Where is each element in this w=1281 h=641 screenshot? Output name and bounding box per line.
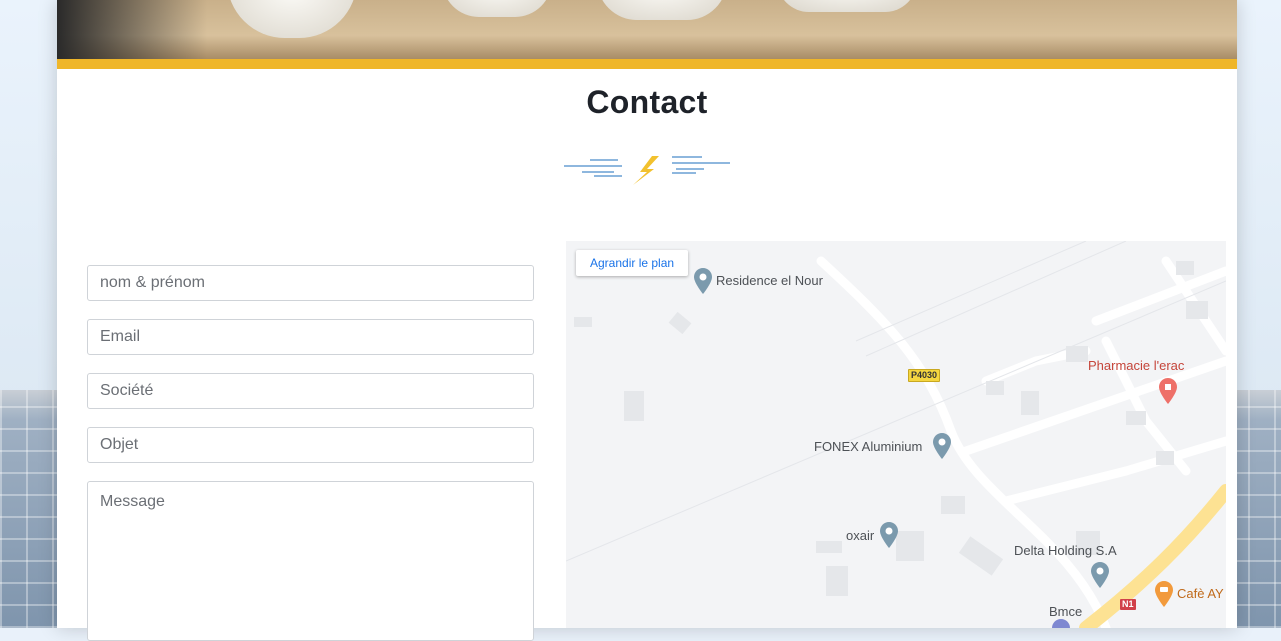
road-badge: P4030 [908,369,941,382]
hero-cup [442,0,552,17]
enlarge-map-link[interactable]: Agrandir le plan [576,250,689,276]
map-pin-icon[interactable] [694,268,712,294]
title-divider-lightning-icon [564,156,730,185]
message-field[interactable] [88,482,533,640]
subject-field[interactable] [88,428,533,462]
map-pin-icon[interactable] [933,433,951,459]
bank-pin-icon[interactable] [1052,619,1070,628]
hero-image [57,0,1237,59]
hero-cup [777,0,917,12]
email-field[interactable] [88,320,533,354]
name-field-wrapper [87,265,534,301]
content-card: Contact nom & prénom Email Société Objet… [57,0,1237,641]
accent-bar [57,59,1237,69]
name-field[interactable] [88,266,533,300]
map-place-label[interactable]: Delta Holding S.A [1014,543,1117,558]
road-badge: N1 [1120,599,1136,610]
cafe-pin-icon[interactable] [1155,581,1173,607]
embedded-map[interactable]: Agrandir le plan Residence el Nour Pharm… [566,241,1226,628]
map-place-label[interactable]: Residence el Nour [716,273,823,288]
pharmacy-pin-icon[interactable] [1159,378,1177,404]
company-field-wrapper [87,373,534,409]
message-field-wrapper [87,481,534,641]
hero-cup [597,0,727,20]
map-roads [566,241,1226,628]
company-field[interactable] [88,374,533,408]
map-place-label[interactable]: oxair [846,528,874,543]
hero-cup [227,0,357,38]
map-pin-icon[interactable] [1091,562,1109,588]
email-field-wrapper [87,319,534,355]
map-place-label[interactable]: Bmce [1049,604,1082,619]
map-place-label[interactable]: FONEX Aluminium [814,439,922,454]
map-place-label[interactable]: Pharmacie l'erac [1088,358,1184,373]
map-pin-icon[interactable] [880,522,898,548]
page-title: Contact [586,84,708,120]
map-place-label[interactable]: Cafè AY [1177,586,1224,601]
subject-field-wrapper [87,427,534,463]
